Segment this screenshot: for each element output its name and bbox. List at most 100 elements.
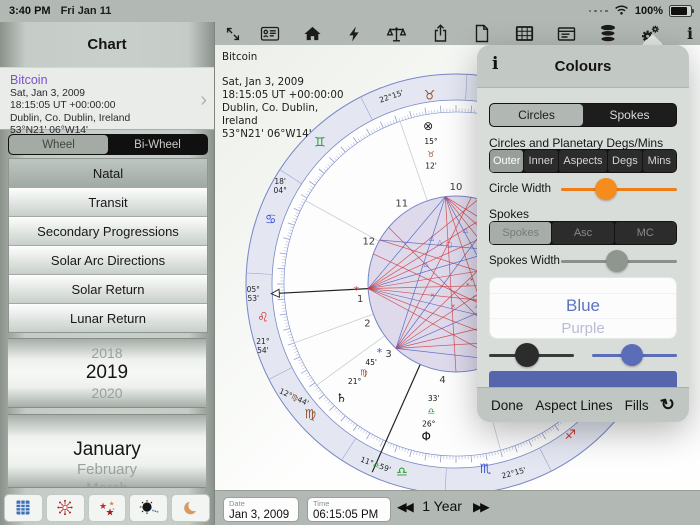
aspect-lines-button[interactable]: Aspect Lines [535,398,612,413]
chart-type-lunar-return[interactable]: Lunar Return [9,304,207,332]
button-outer[interactable]: Outer [490,150,524,172]
stars-icon: ★ ★ ★ [99,501,115,518]
time-field[interactable]: Time 06:15:05 PM [307,497,391,522]
aspect-glyph: △ [429,234,434,242]
battery-icon [669,5,694,17]
spokes-width-label: Spokes Width [489,255,560,267]
date-field-value: Jan 3, 2009 [229,508,290,521]
button-inner[interactable]: Inner [524,150,558,172]
refresh-icon[interactable]: ↻ [658,393,677,416]
table-grid-icon [515,26,533,41]
share-button[interactable] [429,23,451,44]
button-mins[interactable]: Mins [642,150,676,172]
sidebar-title: Chart [87,35,127,53]
chart-subject-time: 18:15:05 UT +00:00:00 [10,100,116,112]
circles-spokes-tabs: Circles Spokes [489,103,677,127]
chart-type-natal[interactable]: Natal [9,159,207,188]
chart-point-glyph: * [377,346,383,359]
moon-button[interactable] [171,494,210,522]
wifi-icon [614,4,629,18]
colour-picker[interactable]: Blue Purple [489,277,677,339]
toggle-bi-wheel[interactable]: Bi-Wheel [108,135,207,154]
month-picker[interactable]: January February March [8,414,206,488]
button-mc[interactable]: MC [614,222,676,244]
spokes-width-thumb[interactable] [605,250,628,272]
tab-spokes[interactable]: Spokes [583,104,676,126]
toggle-wheel[interactable]: Wheel [9,135,108,154]
spokes-width-slider[interactable] [561,249,677,273]
table-button[interactable] [513,23,535,44]
year-picker[interactable]: 2018 2019 2020 [8,338,206,408]
colour-option-purple[interactable]: Purple [490,319,676,338]
fills-button[interactable]: Fills [625,398,649,413]
year-option-prev[interactable]: 2018 [91,344,122,362]
chart-point-glyph: Φ [422,430,431,444]
stars-button[interactable]: ★ ★ ★ [87,494,127,522]
document-button[interactable] [471,23,493,44]
chevron-right-icon: › [200,89,207,111]
tint-slider[interactable] [592,343,677,367]
button-spokes[interactable]: Spokes [490,222,552,244]
battery-percent: 100% [634,5,663,17]
time-stepper: ◀◀ 1 Year ▶▶ [397,498,490,514]
chart-subject-name: Bitcoin [10,73,48,87]
done-button[interactable]: Done [491,398,523,413]
cellular-signal-icon [588,9,608,13]
shade-slider-thumb[interactable] [515,343,540,367]
eclipse-button[interactable] [129,494,169,522]
chart-info-name: Bitcoin [222,51,258,63]
chart-type-solar-arc-directions[interactable]: Solar Arc Directions [9,246,207,275]
contact-card-button[interactable] [259,23,281,44]
tab-circles[interactable]: Circles [490,104,583,126]
sidebar-icon-row: ★ ★ ★ [4,494,210,522]
step-back-button[interactable]: ◀◀ [397,499,414,514]
home-button[interactable] [301,23,323,44]
chart-type-solar-return[interactable]: Solar Return [9,275,207,304]
lightning-bolt-icon [349,26,359,41]
status-date: Fri Jan 11 [60,5,112,17]
chart-info-time: 18:15:05 UT +00:00:00 [222,89,344,101]
chart-type-transit[interactable]: Transit [9,188,207,217]
button-asc[interactable]: Asc [552,222,614,244]
circle-width-thumb[interactable] [595,178,618,200]
cusp-degree-label: 18' [274,177,286,186]
database-button[interactable] [597,23,619,44]
shade-slider[interactable] [489,343,574,367]
button-degs[interactable]: Degs [608,150,642,172]
info-button[interactable]: i [679,23,700,44]
popover-info-icon[interactable]: i [492,54,498,74]
expand-button[interactable] [222,23,244,44]
chart-wheel-button[interactable] [45,494,85,522]
spoke-element-buttons: Spokes Asc MC [489,221,677,245]
year-option-next[interactable]: 2020 [91,384,122,402]
step-forward-button[interactable]: ▶▶ [473,499,490,514]
circle-width-slider[interactable] [561,177,677,201]
zodiac-sign-glyph: ♌ [257,311,269,326]
sidebar: Chart Bitcoin Sat, Jan 3, 2009 18:15:05 … [0,22,215,525]
moon-crescent-icon [183,500,200,515]
colour-option-blue[interactable]: Blue [490,294,676,319]
year-option-selected[interactable]: 2019 [86,362,128,384]
cusp-degree-label: 21° [256,337,270,346]
status-time: 3:40 PM [9,5,51,17]
list-panel-button[interactable] [555,23,577,44]
button-aspects[interactable]: Aspects [558,150,608,172]
chart-subject-card[interactable]: Bitcoin Sat, Jan 3, 2009 18:15:05 UT +00… [0,67,214,136]
popover-title: Colours [554,57,612,75]
expand-arrows-icon [226,27,240,40]
month-option-selected[interactable]: January [73,439,141,460]
chart-type-secondary-progressions[interactable]: Secondary Progressions [9,217,207,246]
house-number: 2 [364,318,370,329]
month-option-next[interactable]: February [77,460,137,479]
tint-slider-thumb[interactable] [620,344,643,366]
lightning-button[interactable] [343,23,365,44]
calendar-grid-button[interactable] [4,494,43,522]
document-icon [475,24,489,43]
house-number: 10 [450,182,463,193]
month-option-next2[interactable]: March [86,479,128,487]
zodiac-sign-glyph: ♐ [565,428,577,443]
zodiac-sign-glyph: ♎ [396,465,408,480]
scales-button[interactable] [385,23,407,44]
date-field[interactable]: Date Jan 3, 2009 [223,497,299,522]
chart-info-date: Sat, Jan 3, 2009 [222,76,304,88]
